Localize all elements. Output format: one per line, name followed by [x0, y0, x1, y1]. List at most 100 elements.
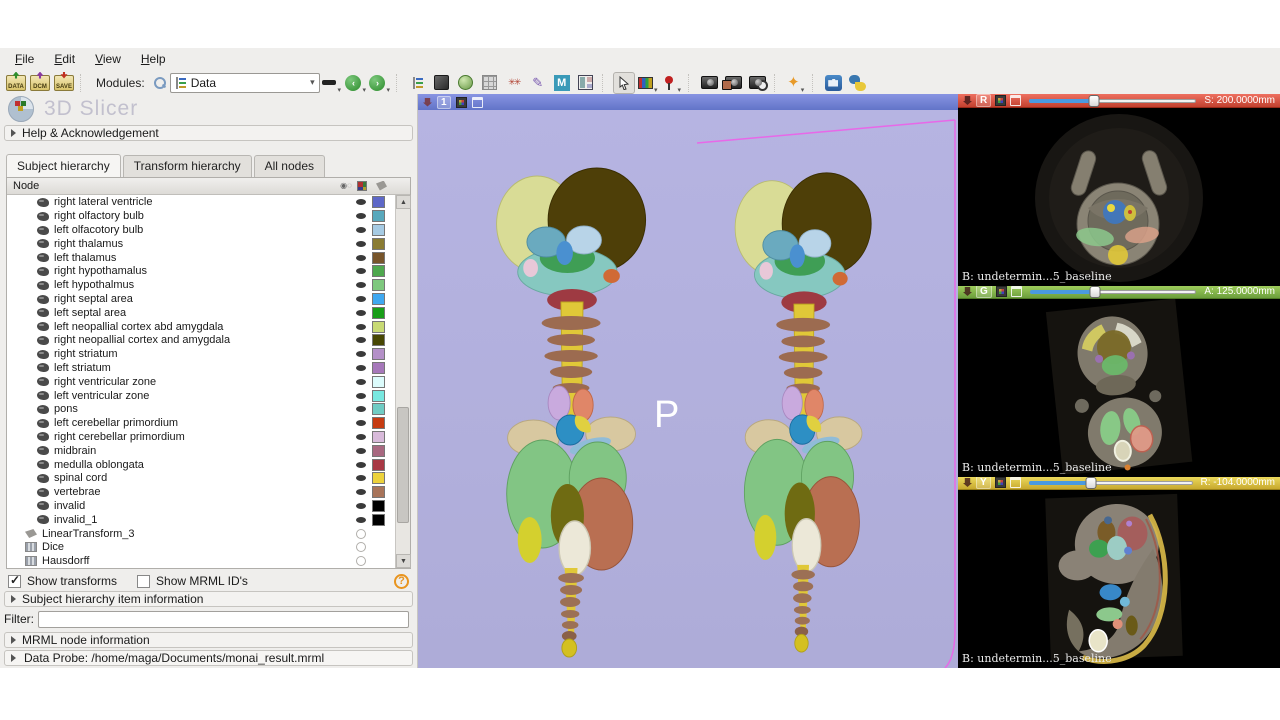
pin-icon[interactable]: [963, 96, 972, 105]
models-button[interactable]: [479, 72, 501, 94]
tree-row[interactable]: right cerebellar primordium: [7, 430, 410, 444]
color-swatch[interactable]: [372, 445, 385, 457]
color-swatch[interactable]: [372, 541, 385, 553]
markups-button[interactable]: ✳✳: [503, 72, 525, 94]
tree-row[interactable]: Dice: [7, 540, 410, 554]
tree-row[interactable]: LinearTransform_3: [7, 527, 410, 541]
tree-row[interactable]: left neopallial cortex abd amygdala: [7, 320, 410, 334]
tree-row[interactable]: medulla oblongata: [7, 458, 410, 472]
tree-row[interactable]: invalid: [7, 499, 410, 513]
maximize-view-icon[interactable]: [472, 97, 483, 108]
show-mrml-ids-checkbox[interactable]: [137, 575, 150, 588]
layout-selector-button[interactable]: [575, 72, 597, 94]
tree-row[interactable]: right striatum: [7, 347, 410, 361]
place-point-button[interactable]: ▾: [661, 72, 683, 94]
tree-scrollbar[interactable]: ▲ ▼: [395, 195, 410, 568]
visibility-eye-icon[interactable]: [352, 462, 370, 468]
visibility-eye-icon[interactable]: [352, 199, 370, 205]
load-dicom-button[interactable]: DCM: [29, 72, 51, 94]
module-search-icon[interactable]: [153, 76, 166, 89]
tree-row[interactable]: left cerebellar primordium: [7, 416, 410, 430]
tree-row[interactable]: left striatum: [7, 361, 410, 375]
view-link-icon[interactable]: [996, 286, 1007, 297]
green-slice-view[interactable]: G A: 125.0000mm: [958, 285, 1280, 476]
green-slice-offset-slider[interactable]: [1030, 287, 1197, 297]
segmentations-button[interactable]: [455, 72, 477, 94]
tree-row[interactable]: Hausdorff: [7, 554, 410, 567]
color-swatch[interactable]: [372, 431, 385, 443]
view-link-icon[interactable]: [995, 95, 1006, 106]
menu-view[interactable]: View: [86, 50, 130, 68]
maximize-view-icon[interactable]: [1010, 477, 1021, 488]
maximize-view-icon[interactable]: [1010, 95, 1021, 106]
menu-edit[interactable]: Edit: [45, 50, 84, 68]
crosshair-color-button[interactable]: ▾: [637, 72, 659, 94]
yellow-slice-offset-slider[interactable]: [1029, 478, 1193, 488]
tab-transform-hierarchy[interactable]: Transform hierarchy: [123, 155, 252, 177]
color-swatch[interactable]: [372, 555, 385, 567]
tree-row[interactable]: left hypothalmus: [7, 278, 410, 292]
tab-subject-hierarchy[interactable]: Subject hierarchy: [6, 154, 121, 177]
color-column-icon[interactable]: [357, 181, 367, 191]
view-link-icon[interactable]: [456, 97, 467, 108]
color-swatch[interactable]: [372, 500, 385, 512]
color-swatch[interactable]: [372, 362, 385, 374]
visibility-eye-icon[interactable]: [352, 406, 370, 412]
visibility-eye-icon[interactable]: [352, 379, 370, 385]
visibility-eye-icon[interactable]: [352, 351, 370, 357]
tree-row[interactable]: pons: [7, 402, 410, 416]
visibility-eye-icon[interactable]: [352, 255, 370, 261]
green-slice-viewport[interactable]: B: undetermin...5_baseline: [958, 299, 1280, 477]
color-swatch[interactable]: [372, 376, 385, 388]
tree-row[interactable]: left olfacotory bulb: [7, 223, 410, 237]
add-data-button[interactable]: DATA: [5, 72, 27, 94]
color-swatch[interactable]: [372, 293, 385, 305]
scroll-up-icon[interactable]: ▲: [396, 195, 411, 209]
red-slice-offset-slider[interactable]: [1029, 96, 1196, 106]
color-swatch[interactable]: [372, 279, 385, 291]
tree-row[interactable]: right olfactory bulb: [7, 209, 410, 223]
visibility-eye-icon[interactable]: [352, 337, 370, 343]
visibility-eye-icon[interactable]: [352, 213, 370, 219]
pin-icon[interactable]: [963, 478, 972, 487]
visibility-eye-icon[interactable]: [352, 489, 370, 495]
extensions-manager-button[interactable]: [823, 72, 845, 94]
maximize-view-icon[interactable]: [1011, 286, 1022, 297]
visibility-eye-icon[interactable]: [352, 542, 370, 552]
visibility-eye-icon[interactable]: [352, 556, 370, 566]
color-swatch[interactable]: [372, 417, 385, 429]
visibility-eye-icon[interactable]: [352, 310, 370, 316]
color-swatch[interactable]: [372, 403, 385, 415]
menu-help[interactable]: Help: [132, 50, 175, 68]
node-column-header[interactable]: Node: [13, 180, 337, 192]
yellow-slice-viewport[interactable]: B: undetermin...5_baseline: [958, 490, 1280, 668]
tree-row[interactable]: right neopallial cortex and amygdala: [7, 334, 410, 348]
module-selector[interactable]: Data ▾: [170, 73, 320, 93]
red-slice-viewport[interactable]: B: undetermin...5_baseline: [958, 108, 1280, 286]
color-swatch[interactable]: [372, 307, 385, 319]
crosshair-button[interactable]: ✦▾: [785, 72, 807, 94]
color-swatch[interactable]: [372, 348, 385, 360]
color-swatch[interactable]: [372, 321, 385, 333]
visibility-eye-icon[interactable]: [352, 393, 370, 399]
slider-handle[interactable]: [1089, 286, 1100, 298]
data-probe-section[interactable]: Data Probe: /home/maga/Documents/monai_r…: [4, 650, 413, 666]
scene-view-restore-button[interactable]: [747, 72, 769, 94]
color-swatch[interactable]: [372, 252, 385, 264]
color-swatch[interactable]: [372, 265, 385, 277]
visibility-eye-icon[interactable]: [352, 434, 370, 440]
color-swatch[interactable]: [372, 472, 385, 484]
visibility-eye-icon[interactable]: [352, 448, 370, 454]
pin-icon[interactable]: [423, 98, 432, 107]
transform-column-icon[interactable]: [376, 181, 387, 191]
color-swatch[interactable]: [372, 486, 385, 498]
visibility-eye-icon[interactable]: [352, 475, 370, 481]
monai-module-button[interactable]: M: [551, 72, 573, 94]
color-swatch[interactable]: [372, 514, 385, 526]
visibility-eye-icon[interactable]: [352, 517, 370, 523]
save-button[interactable]: SAVE: [53, 72, 75, 94]
screenshot-button[interactable]: [699, 72, 721, 94]
visibility-eye-icon[interactable]: [352, 420, 370, 426]
tree-row[interactable]: left thalamus: [7, 251, 410, 265]
slider-handle[interactable]: [1089, 95, 1100, 107]
